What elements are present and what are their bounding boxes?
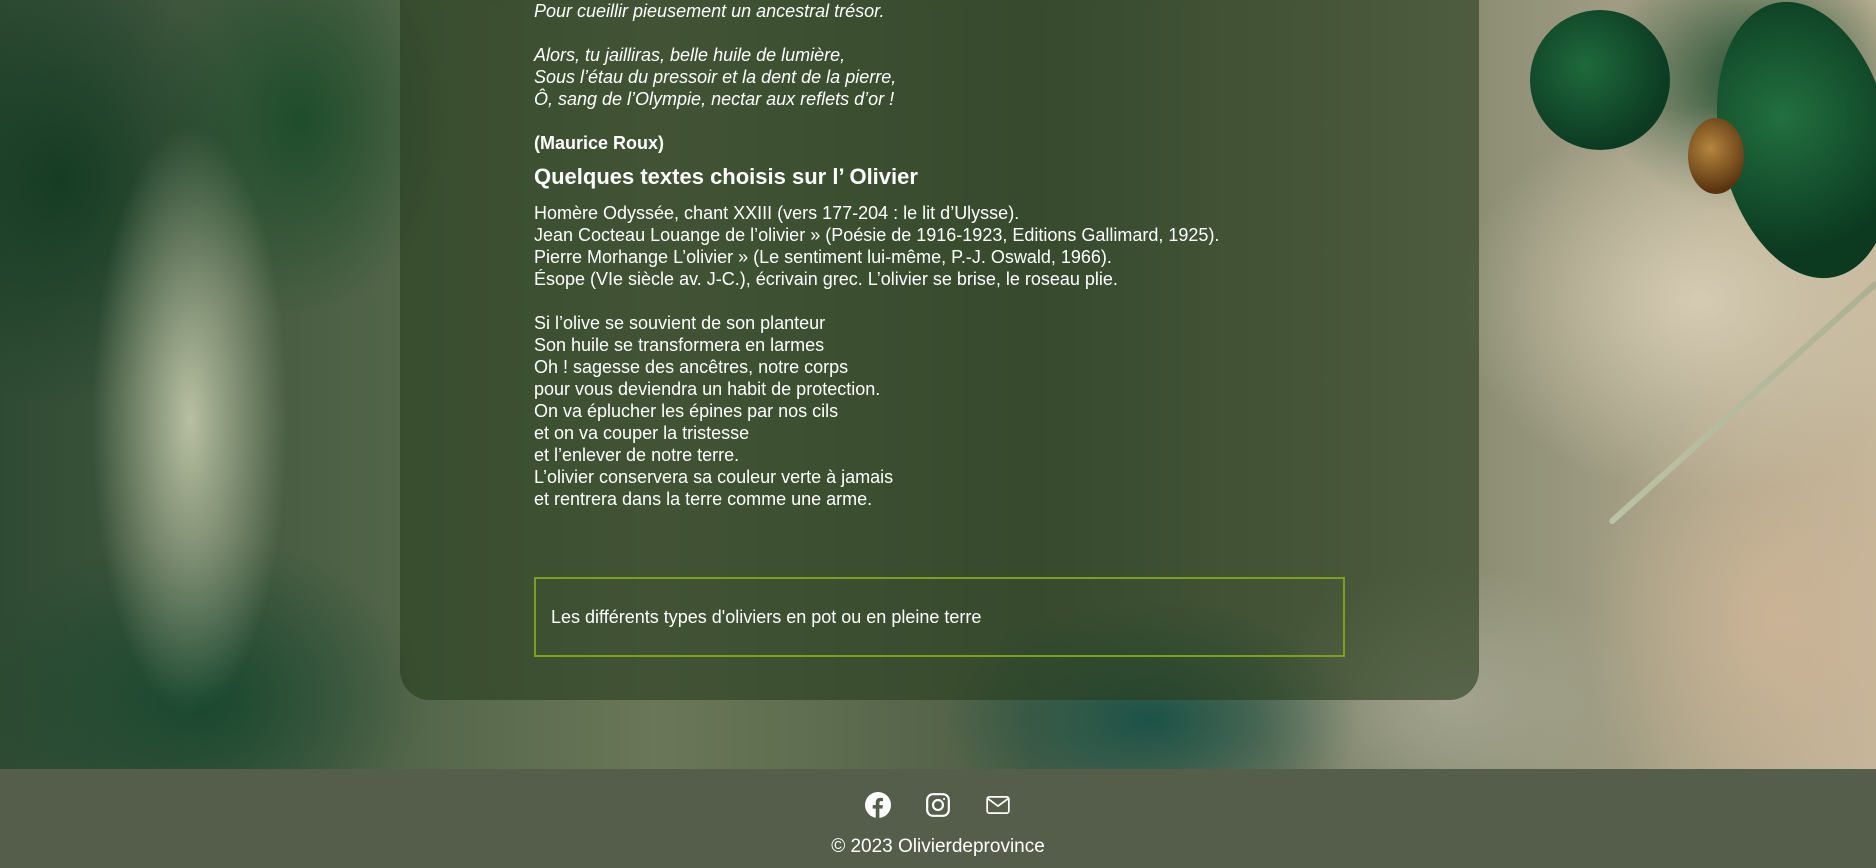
poem-line: Sous l’étau du pressoir et la dent de la… xyxy=(534,67,897,87)
poem-2: Si l’olive se souvient de son planteur S… xyxy=(534,312,1394,510)
article-text: Pour cueillir pieusement un ancestral tr… xyxy=(534,0,1394,510)
poem-line: Alors, tu jailliras, belle huile de lumi… xyxy=(534,45,846,65)
social-links xyxy=(0,792,1876,818)
poem-line: Oh ! sagesse des ancêtres, notre corps xyxy=(534,357,849,377)
poem-line: On va éplucher les épines par nos cils xyxy=(534,401,839,421)
section-heading: Quelques textes choisis sur l’ Olivier xyxy=(534,164,918,189)
olive-fruit-decoration xyxy=(1688,118,1744,194)
copyright: © 2023 Olivierdeprovince xyxy=(831,836,1045,857)
reference-item: Pierre Morhange L’olivier » (Le sentimen… xyxy=(534,247,1112,267)
poem-line: et rentrera dans la terre comme une arme… xyxy=(534,489,873,509)
poem-line: pour vous deviendra un habit de protecti… xyxy=(534,379,881,399)
poem-line: et on va couper la tristesse xyxy=(534,423,750,443)
olive-types-link[interactable]: Les différents types d'oliviers en pot o… xyxy=(534,577,1345,657)
mail-icon[interactable] xyxy=(985,792,1011,818)
olive-leaf-decoration xyxy=(1530,10,1670,150)
poem-author: (Maurice Roux) xyxy=(534,133,665,153)
poem-line: Son huile se transformera en larmes xyxy=(534,335,825,355)
olive-types-link-label: Les différents types d'oliviers en pot o… xyxy=(551,606,982,627)
poem-line: Si l’olive se souvient de son planteur xyxy=(534,313,826,333)
branch-decoration xyxy=(1607,279,1876,526)
poem-line: L’olivier conservera sa couleur verte à … xyxy=(534,467,894,487)
poem-line: Pour cueillir pieusement un ancestral tr… xyxy=(534,1,885,21)
poem-line: et l’enlever de notre terre. xyxy=(534,445,740,465)
facebook-icon[interactable] xyxy=(865,792,891,818)
reference-item: Ésope (VIe siècle av. J-C.), écrivain gr… xyxy=(534,269,1118,289)
reference-item: Homère Odyssée, chant XXIII (vers 177-20… xyxy=(534,203,1020,223)
instagram-icon[interactable] xyxy=(925,792,951,818)
reference-item: Jean Cocteau Louange de l’olivier » (Poé… xyxy=(534,225,1220,245)
poem-excerpt: Pour cueillir pieusement un ancestral tr… xyxy=(534,0,1394,110)
references-list: Homère Odyssée, chant XXIII (vers 177-20… xyxy=(534,202,1394,290)
poem-line: Ô, sang de l’Olympie, nectar aux reflets… xyxy=(534,89,895,109)
